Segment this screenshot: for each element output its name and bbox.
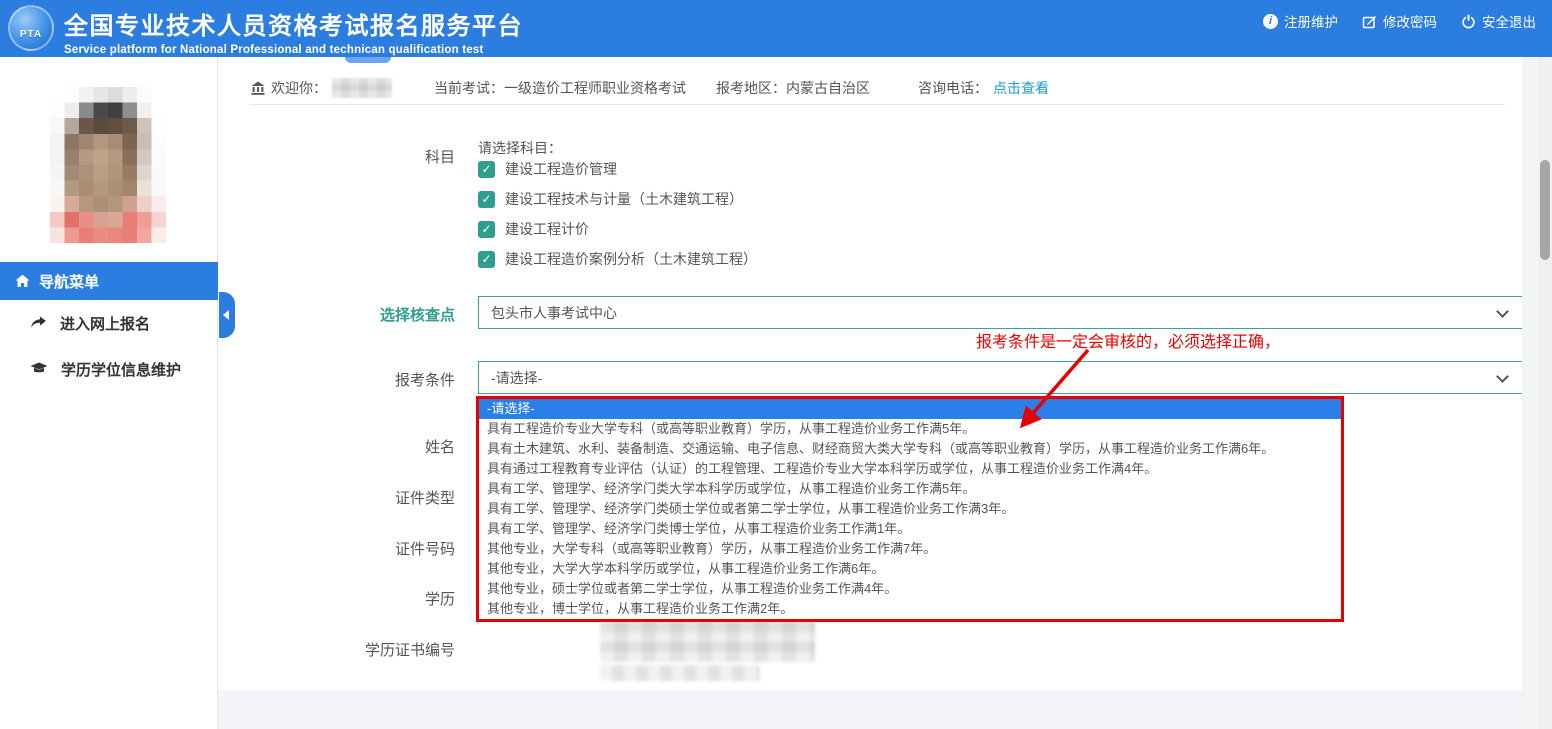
subject-checkbox-row: ✓ 建设工程计价: [478, 217, 589, 241]
id-number-label: 证件号码: [218, 538, 455, 559]
condition-dropdown-list: -请选择- 具有工程造价专业大学专科（或高等职业教育）学历，从事工程造价业务工作…: [476, 396, 1344, 622]
phone-label: 咨询电话：: [918, 78, 988, 98]
checkpoint-selected-value: 包头市人事考试中心: [491, 303, 617, 323]
dropdown-option[interactable]: 具有工学、管理学、经济学门类硕士学位或者第二学士学位，从事工程造价业务工作满3年…: [479, 499, 1341, 519]
sidebar-item-label: 进入网上报名: [60, 313, 150, 334]
dropdown-option[interactable]: 具有土木建筑、水利、装备制造、交通运输、电子信息、财经商贸大类大学专科（或高等职…: [479, 439, 1341, 459]
enter-arrow-icon: [30, 316, 47, 330]
main-content: 欢迎你： 当前考试：一级造价工程师职业资格考试 报考地区：内蒙古自治区 咨询电话…: [218, 57, 1522, 690]
change-password-label: 修改密码: [1383, 11, 1437, 31]
checkbox-checked-icon[interactable]: ✓: [478, 161, 495, 178]
home-icon: [15, 274, 30, 288]
welcome-segment: 欢迎你：: [250, 78, 392, 98]
redacted-content: [600, 665, 760, 681]
title-block: 全国专业技术人员资格考试报名服务平台 Service platform for …: [64, 6, 523, 56]
dropdown-option[interactable]: 具有工学、管理学、经济学门类大学本科学历或学位，从事工程造价业务工作满5年。: [479, 479, 1341, 499]
info-icon: i: [1263, 14, 1278, 29]
header: PTA 全国专业技术人员资格考试报名服务平台 Service platform …: [0, 0, 1552, 57]
subject-option-label: 建设工程技术与计量（土木建筑工程）: [505, 189, 743, 209]
chevron-left-icon: [223, 310, 229, 320]
dropdown-option[interactable]: 其他专业，硕士学位或者第二学士学位，从事工程造价业务工作满4年。: [479, 579, 1341, 599]
sidebar-item-online-signup[interactable]: 进入网上报名: [0, 307, 218, 339]
chevron-down-icon: [1496, 305, 1509, 318]
subject-option-label: 建设工程造价案例分析（土木建筑工程）: [505, 249, 757, 269]
dropdown-option[interactable]: 具有工程造价专业大学专科（或高等职业教育）学历，从事工程造价业务工作满5年。: [479, 419, 1341, 439]
sidebar-collapse-button[interactable]: [219, 292, 235, 338]
page-subtitle: Service platform for National Profession…: [64, 44, 523, 56]
vertical-scrollbar[interactable]: [1538, 57, 1552, 729]
logo-text: PTA: [20, 29, 42, 40]
subject-label: 科目: [218, 146, 455, 167]
condition-select[interactable]: -请选择-: [478, 361, 1524, 394]
checkbox-checked-icon[interactable]: ✓: [478, 221, 495, 238]
subject-option-label: 建设工程造价管理: [505, 159, 617, 179]
power-icon: [1461, 14, 1476, 29]
subject-hint: 请选择科目：: [478, 138, 562, 158]
sidebar-item-label: 学历学位信息维护: [61, 359, 181, 380]
dropdown-option[interactable]: 其他专业，博士学位，从事工程造价业务工作满2年。: [479, 599, 1341, 619]
checkbox-checked-icon[interactable]: ✓: [478, 251, 495, 268]
education-label: 学历: [218, 588, 455, 609]
welcome-greeting: 欢迎你：: [271, 78, 327, 98]
checkpoint-label: 选择核查点: [218, 304, 455, 325]
current-exam: 当前考试：一级造价工程师职业资格考试: [434, 78, 686, 98]
phone-segment: 咨询电话： 点击查看: [918, 78, 1049, 98]
certificate-value-redacted: [600, 618, 815, 662]
subject-option-label: 建设工程计价: [505, 219, 589, 239]
dropdown-option[interactable]: 其他专业，大学专科（或高等职业教育）学历，从事工程造价业务工作满7年。: [479, 539, 1341, 559]
annotation-text: 报考条件是一定会审核的，必须选择正确，: [976, 328, 1280, 352]
welcome-bar: 欢迎你： 当前考试：一级造价工程师职业资格考试 报考地区：内蒙古自治区 咨询电话…: [250, 71, 1505, 105]
dropdown-option[interactable]: 具有通过工程教育专业评估（认证）的工程管理、工程造价专业大学本科学历或学位，从事…: [479, 459, 1341, 479]
logout-link[interactable]: 安全退出: [1461, 11, 1536, 31]
bank-icon: [250, 80, 266, 96]
edit-icon: [1362, 14, 1377, 29]
phone-view-link[interactable]: 点击查看: [993, 78, 1049, 98]
nav-menu-header: 导航菜单: [0, 262, 218, 300]
user-photo: [50, 87, 166, 243]
nav-menu-label: 导航菜单: [39, 271, 99, 292]
sidebar-item-degree-info[interactable]: 学历学位信息维护: [0, 353, 218, 385]
subject-checkbox-row: ✓ 建设工程造价管理: [478, 157, 617, 181]
dropdown-option[interactable]: 具有工学、管理学、经济学门类博士学位，从事工程造价业务工作满1年。: [479, 519, 1341, 539]
scrollbar-thumb[interactable]: [1540, 160, 1550, 260]
header-links: i 注册维护 修改密码 安全退出: [1263, 0, 1536, 42]
id-type-label: 证件类型: [218, 487, 455, 508]
dropdown-option[interactable]: -请选择-: [479, 399, 1341, 419]
condition-selected-value: -请选择-: [491, 368, 542, 388]
register-maintain-link[interactable]: i 注册维护: [1263, 11, 1338, 31]
condition-label: 报考条件: [218, 369, 455, 390]
name-label: 姓名: [218, 436, 455, 457]
subject-checkbox-row: ✓ 建设工程造价案例分析（土木建筑工程）: [478, 247, 757, 271]
register-maintain-label: 注册维护: [1284, 11, 1338, 31]
dropdown-option[interactable]: 其他专业，大学大学本科学历或学位，从事工程造价业务工作满6年。: [479, 559, 1341, 579]
certificate-number-label: 学历证书编号: [218, 639, 455, 660]
checkpoint-select[interactable]: 包头市人事考试中心: [478, 296, 1524, 329]
user-name-redacted: [332, 78, 392, 98]
change-password-link[interactable]: 修改密码: [1362, 11, 1437, 31]
graduation-cap-icon: [30, 362, 48, 376]
exam-region: 报考地区：内蒙古自治区: [716, 78, 870, 98]
subject-checkbox-row: ✓ 建设工程技术与计量（土木建筑工程）: [478, 187, 743, 211]
page: PTA 全国专业技术人员资格考试报名服务平台 Service platform …: [0, 0, 1552, 729]
logout-label: 安全退出: [1482, 11, 1536, 31]
sidebar: 导航菜单 进入网上报名 学历学位信息维护: [0, 57, 218, 729]
chevron-down-icon: [1496, 370, 1509, 383]
pta-logo: PTA: [8, 5, 54, 51]
checkbox-checked-icon[interactable]: ✓: [478, 191, 495, 208]
header-peek-tab: [345, 57, 391, 63]
page-title: 全国专业技术人员资格考试报名服务平台: [64, 6, 523, 41]
page-gutter: [1522, 57, 1538, 729]
